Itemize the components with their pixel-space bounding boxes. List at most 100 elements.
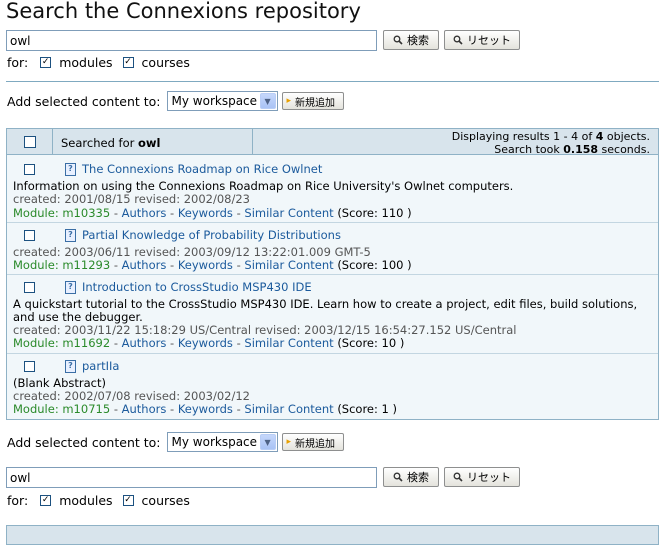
authors-link[interactable]: Authors bbox=[122, 336, 167, 350]
keywords-link[interactable]: Keywords bbox=[178, 206, 233, 220]
for-label: for: bbox=[7, 493, 29, 508]
courses-label: courses bbox=[141, 493, 190, 508]
new-button-label: 新規追加 bbox=[295, 438, 336, 450]
result-dates: created: 2003/11/22 15:18:29 US/Central … bbox=[13, 323, 517, 337]
separator: - bbox=[236, 402, 241, 416]
separator: - bbox=[113, 402, 118, 416]
keywords-link[interactable]: Keywords bbox=[178, 258, 233, 272]
result-meta: Module: m10715 - Authors - Keywords - Si… bbox=[13, 402, 397, 416]
row-divider bbox=[7, 222, 658, 223]
results-table: Searched for owl Displaying results 1 - … bbox=[6, 128, 659, 420]
search-button-bottom[interactable]: 検索 bbox=[383, 467, 439, 487]
new-button[interactable]: ▸ 新規追加 bbox=[281, 433, 345, 451]
result-checkbox[interactable] bbox=[24, 229, 35, 241]
chevron-down-icon[interactable]: ▼ bbox=[259, 93, 276, 109]
result-checkbox[interactable] bbox=[24, 360, 35, 372]
module-id: m11293 bbox=[62, 258, 111, 272]
courses-checkbox[interactable]: ✓ bbox=[122, 495, 134, 506]
document-question-icon: ? bbox=[65, 162, 76, 176]
separator: - bbox=[170, 206, 175, 220]
separator: - bbox=[170, 402, 175, 416]
searched-for-term: owl bbox=[138, 136, 161, 150]
results-total: 4 bbox=[595, 130, 604, 143]
reset-button-label: リセット bbox=[467, 471, 511, 484]
keywords-link[interactable]: Keywords bbox=[178, 402, 233, 416]
displaying-prefix: Displaying results 1 - 4 of bbox=[451, 130, 593, 143]
module-id: m10715 bbox=[62, 402, 111, 416]
similar-content-link[interactable]: Similar Content bbox=[244, 336, 333, 350]
displaying-suffix: objects. bbox=[606, 130, 650, 143]
authors-link[interactable]: Authors bbox=[122, 258, 167, 272]
modules-checkbox[interactable]: ✓ bbox=[40, 495, 52, 506]
reset-button-label: リセット bbox=[467, 34, 511, 47]
for-label: for: bbox=[7, 55, 29, 70]
search-seconds: 0.158 bbox=[563, 143, 599, 156]
score: (Score: 1 ) bbox=[337, 402, 397, 416]
separator: - bbox=[170, 258, 175, 272]
add-content-row: Add selected content to: My workspace ▼ … bbox=[7, 91, 345, 111]
keywords-link[interactable]: Keywords bbox=[178, 336, 233, 350]
took-suffix: seconds. bbox=[601, 143, 650, 156]
magnifier-icon bbox=[393, 472, 403, 482]
result-checkbox[interactable] bbox=[24, 281, 35, 293]
reset-button-bottom[interactable]: リセット bbox=[444, 467, 520, 487]
authors-link[interactable]: Authors bbox=[122, 402, 167, 416]
result-title-link[interactable]: The Connexions Roadmap on Rice Owlnet bbox=[82, 162, 322, 176]
result-abstract: A quickstart tutorial to the CrossStudio… bbox=[13, 297, 638, 311]
result-title-link[interactable]: Introduction to CrossStudio MSP430 IDE bbox=[82, 280, 312, 294]
new-item-icon: ▸ bbox=[286, 96, 292, 106]
search-button-label: 検索 bbox=[407, 471, 429, 484]
modules-checkbox[interactable]: ✓ bbox=[40, 57, 52, 68]
took-prefix: Search took bbox=[494, 143, 560, 156]
result-meta: Module: m10335 - Authors - Keywords - Si… bbox=[13, 206, 412, 220]
workspace-select[interactable]: My workspace ▼ bbox=[166, 91, 278, 111]
similar-content-link[interactable]: Similar Content bbox=[244, 206, 333, 220]
new-item-icon: ▸ bbox=[286, 437, 292, 447]
results-info: Displaying results 1 - 4 of 4 objects. S… bbox=[452, 130, 650, 156]
search-input-bottom[interactable] bbox=[6, 467, 377, 488]
search-input[interactable] bbox=[6, 30, 377, 51]
document-question-icon: ? bbox=[65, 280, 76, 294]
result-dates: created: 2002/07/08 revised: 2003/02/12 bbox=[13, 389, 251, 403]
result-meta: Module: m11692 - Authors - Keywords - Si… bbox=[13, 336, 404, 350]
courses-label: courses bbox=[141, 55, 190, 70]
result-title-link[interactable]: partIIa bbox=[82, 359, 119, 373]
chevron-down-icon[interactable]: ▼ bbox=[259, 434, 276, 450]
separator: - bbox=[236, 206, 241, 220]
modules-label: modules bbox=[59, 493, 113, 508]
separator: - bbox=[113, 336, 118, 350]
module-id: m11692 bbox=[62, 336, 111, 350]
searched-for: Searched for owl bbox=[54, 129, 253, 155]
search-button[interactable]: 検索 bbox=[383, 30, 439, 50]
module-label: Module: bbox=[13, 402, 59, 416]
footer-bar bbox=[6, 525, 659, 545]
reset-button[interactable]: リセット bbox=[444, 30, 520, 50]
search-scope-row-bottom: for: ✓ modules ✓ courses bbox=[7, 493, 190, 508]
result-abstract-cont: and use the debugger. bbox=[13, 310, 143, 324]
new-button-label: 新規追加 bbox=[295, 97, 336, 109]
score: (Score: 110 ) bbox=[337, 206, 412, 220]
divider bbox=[6, 81, 659, 82]
workspace-select[interactable]: My workspace ▼ bbox=[166, 432, 278, 452]
separator: - bbox=[113, 258, 118, 272]
score: (Score: 100 ) bbox=[337, 258, 412, 272]
new-button[interactable]: ▸ 新規追加 bbox=[281, 92, 345, 110]
result-title-link[interactable]: Partial Knowledge of Probability Distrib… bbox=[82, 228, 341, 242]
search-scope-row: for: ✓ modules ✓ courses bbox=[7, 55, 190, 70]
results-header: Searched for owl Displaying results 1 - … bbox=[7, 129, 658, 156]
magnifier-icon bbox=[453, 472, 463, 482]
row-divider bbox=[7, 353, 658, 354]
document-question-icon: ? bbox=[65, 228, 76, 242]
courses-checkbox[interactable]: ✓ bbox=[122, 57, 134, 68]
authors-link[interactable]: Authors bbox=[122, 206, 167, 220]
add-content-label: Add selected content to: bbox=[7, 434, 161, 450]
select-all-checkbox[interactable] bbox=[23, 136, 36, 148]
workspace-select-value: My workspace bbox=[171, 435, 258, 449]
result-checkbox[interactable] bbox=[24, 163, 35, 175]
module-label: Module: bbox=[13, 206, 59, 220]
similar-content-link[interactable]: Similar Content bbox=[244, 258, 333, 272]
result-abstract: (Blank Abstract) bbox=[13, 376, 106, 390]
modules-label: modules bbox=[59, 55, 113, 70]
similar-content-link[interactable]: Similar Content bbox=[244, 402, 333, 416]
add-content-label: Add selected content to: bbox=[7, 93, 161, 109]
